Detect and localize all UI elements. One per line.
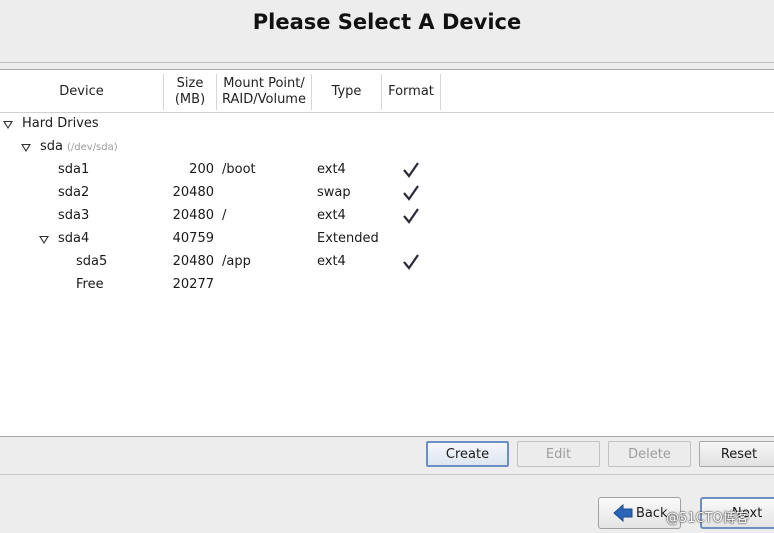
device-name: sda xyxy=(40,139,63,154)
checkmark-icon[interactable] xyxy=(402,207,420,225)
reset-button[interactable]: Reset xyxy=(699,441,774,467)
tree-row-sda1[interactable]: sda1 200 /boot ext4 xyxy=(0,159,774,182)
device-path: (/dev/sda) xyxy=(67,142,118,153)
device-name: Hard Drives xyxy=(22,116,99,131)
edit-button[interactable]: Edit xyxy=(517,441,600,467)
type-value: Extended xyxy=(317,231,379,246)
checkmark-icon[interactable] xyxy=(402,253,420,271)
type-value: swap xyxy=(317,185,351,200)
delete-button[interactable]: Delete xyxy=(608,441,691,467)
column-header-size[interactable]: Size (MB) xyxy=(164,74,217,110)
column-header-mount-point[interactable]: Mount Point/RAID/Volume xyxy=(217,74,312,110)
device-name: sda1 xyxy=(58,162,90,177)
tree-row-sda5[interactable]: sda5 20480 /app ext4 xyxy=(0,251,774,274)
back-label: Back xyxy=(636,505,668,521)
tree-row-free[interactable]: Free 20277 xyxy=(0,274,774,297)
triangle-down-icon[interactable] xyxy=(21,144,31,152)
size-value: 40759 xyxy=(172,231,214,246)
size-value: 20277 xyxy=(172,277,214,292)
size-value: 20480 xyxy=(172,185,214,200)
watermark: @51CTO博客 xyxy=(666,511,749,526)
mount-value: / xyxy=(222,208,227,223)
size-value: 20480 xyxy=(172,208,214,223)
checkmark-icon[interactable] xyxy=(402,184,420,202)
triangle-down-icon[interactable] xyxy=(3,121,13,129)
divider xyxy=(0,62,774,63)
mount-value: /boot xyxy=(222,162,256,177)
size-value: 20480 xyxy=(172,254,214,269)
column-header-type[interactable]: Type xyxy=(312,74,382,110)
type-value: ext4 xyxy=(317,162,346,177)
arrow-left-icon xyxy=(613,504,633,522)
device-name: sda3 xyxy=(58,208,90,223)
type-value: ext4 xyxy=(317,208,346,223)
create-button[interactable]: Create xyxy=(426,441,509,467)
table-header: Device Size (MB) Mount Point/RAID/Volume … xyxy=(0,70,774,113)
tree-row-sda2[interactable]: sda2 20480 swap xyxy=(0,182,774,205)
page-title: Please Select A Device xyxy=(252,10,522,34)
checkmark-icon[interactable] xyxy=(402,161,420,179)
device-name: sda4 xyxy=(58,231,90,246)
device-name: Free xyxy=(76,277,104,292)
triangle-down-icon[interactable] xyxy=(39,236,49,244)
tree-row-sda3[interactable]: sda3 20480 / ext4 xyxy=(0,205,774,228)
type-value: ext4 xyxy=(317,254,346,269)
tree-row-hard-drives[interactable]: Hard Drives xyxy=(0,113,774,136)
divider xyxy=(0,474,774,475)
device-tree-panel[interactable]: Device Size (MB) Mount Point/RAID/Volume … xyxy=(0,69,774,437)
tree-row-sda4[interactable]: sda4 40759 Extended xyxy=(0,228,774,251)
tree-row-sda[interactable]: sda (/dev/sda) xyxy=(0,136,774,159)
device-name: sda2 xyxy=(58,185,90,200)
size-value: 200 xyxy=(189,162,214,177)
column-header-device[interactable]: Device xyxy=(0,74,164,110)
column-header-format[interactable]: Format xyxy=(382,74,441,110)
device-name: sda5 xyxy=(76,254,108,269)
mount-value: /app xyxy=(222,254,251,269)
